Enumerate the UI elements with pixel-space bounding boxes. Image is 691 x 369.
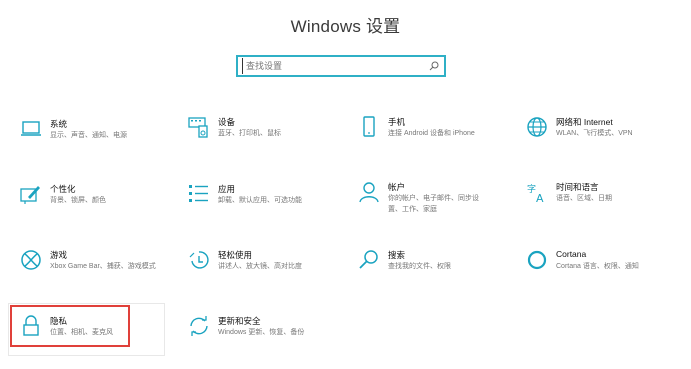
tile-name: 帐户	[388, 182, 406, 192]
tile-name: 设备	[218, 117, 236, 127]
tile-desc: 背景、锁屏、颜色	[50, 197, 106, 204]
tile-name: Cortana	[556, 249, 587, 259]
xbox-icon	[20, 249, 42, 271]
tile-accounts[interactable]: 帐户 你的帐户、电子邮件、同步设置、工作、家庭	[358, 181, 508, 221]
tile-network[interactable]: 网络和 Internet WLAN、飞行模式、VPN	[526, 116, 676, 156]
highlight-box	[10, 305, 130, 347]
search-box[interactable]	[236, 55, 446, 77]
tile-apps[interactable]: 应用 卸载、默认应用、可选功能	[188, 183, 338, 223]
ease-of-access-icon	[188, 249, 210, 271]
tile-name: 手机	[388, 117, 406, 127]
tile-name: 应用	[218, 184, 236, 194]
tile-name: 网络和 Internet	[556, 117, 613, 127]
tile-cortana[interactable]: Cortana Cortana 语言、权限、通知	[526, 249, 676, 289]
personalization-icon	[20, 183, 42, 205]
apps-icon	[188, 183, 210, 205]
tile-system[interactable]: 系统 显示、声音、通知、电源	[20, 118, 170, 158]
tile-desc: 查找我的文件、权限	[388, 263, 451, 270]
svg-text:A: A	[536, 192, 544, 203]
tile-name: 时间和语言	[556, 182, 599, 192]
tile-search[interactable]: 搜索 查找我的文件、权限	[358, 249, 508, 289]
tile-devices[interactable]: 设备 蓝牙、打印机、鼠标	[188, 116, 338, 156]
tile-desc: Xbox Game Bar、捕获、游戏模式	[50, 263, 156, 270]
devices-icon	[188, 116, 210, 138]
tile-desc: 卸载、默认应用、可选功能	[218, 197, 302, 204]
person-icon	[358, 181, 380, 203]
tile-desc: 蓝牙、打印机、鼠标	[218, 130, 281, 137]
svg-text:字: 字	[527, 183, 536, 195]
laptop-icon	[20, 118, 42, 140]
tile-phone[interactable]: 手机 连接 Android 设备和 iPhone	[358, 116, 508, 156]
tile-name: 轻松使用	[218, 250, 253, 260]
update-icon	[188, 315, 210, 337]
page-title: Windows 设置	[290, 17, 401, 36]
search-input[interactable]	[242, 58, 426, 74]
tile-desc: 语音、区域、日期	[556, 195, 612, 202]
tile-desc: 讲述人、放大镜、高对比度	[218, 263, 302, 270]
tile-desc: 你的帐户、电子邮件、同步设置、工作、家庭	[388, 195, 479, 213]
tile-ease-of-access[interactable]: 轻松使用 讲述人、放大镜、高对比度	[188, 249, 338, 289]
tile-name: 搜索	[388, 250, 406, 260]
tile-gaming[interactable]: 游戏 Xbox Game Bar、捕获、游戏模式	[20, 249, 170, 289]
tile-name: 个性化	[50, 184, 76, 194]
tile-desc: 显示、声音、通知、电源	[50, 132, 127, 139]
tile-update-security[interactable]: 更新和安全 Windows 更新、恢复、备份	[188, 315, 338, 355]
tile-name: 游戏	[50, 250, 68, 260]
globe-icon	[526, 116, 548, 138]
tile-desc: WLAN、飞行模式、VPN	[556, 130, 633, 137]
tile-name: 系统	[50, 119, 68, 129]
tile-desc: 连接 Android 设备和 iPhone	[388, 130, 475, 137]
cortana-icon	[526, 249, 548, 271]
phone-icon	[358, 116, 380, 138]
tile-time-language[interactable]: 字A 时间和语言 语音、区域、日期	[526, 181, 676, 221]
tile-personalization[interactable]: 个性化 背景、锁屏、颜色	[20, 183, 170, 223]
search-icon	[358, 249, 380, 271]
tile-desc: Windows 更新、恢复、备份	[218, 329, 305, 336]
search-icon[interactable]	[428, 60, 440, 72]
tile-name: 更新和安全	[218, 316, 261, 326]
time-language-icon: 字A	[526, 181, 548, 205]
tile-desc: Cortana 语言、权限、通知	[556, 263, 639, 270]
